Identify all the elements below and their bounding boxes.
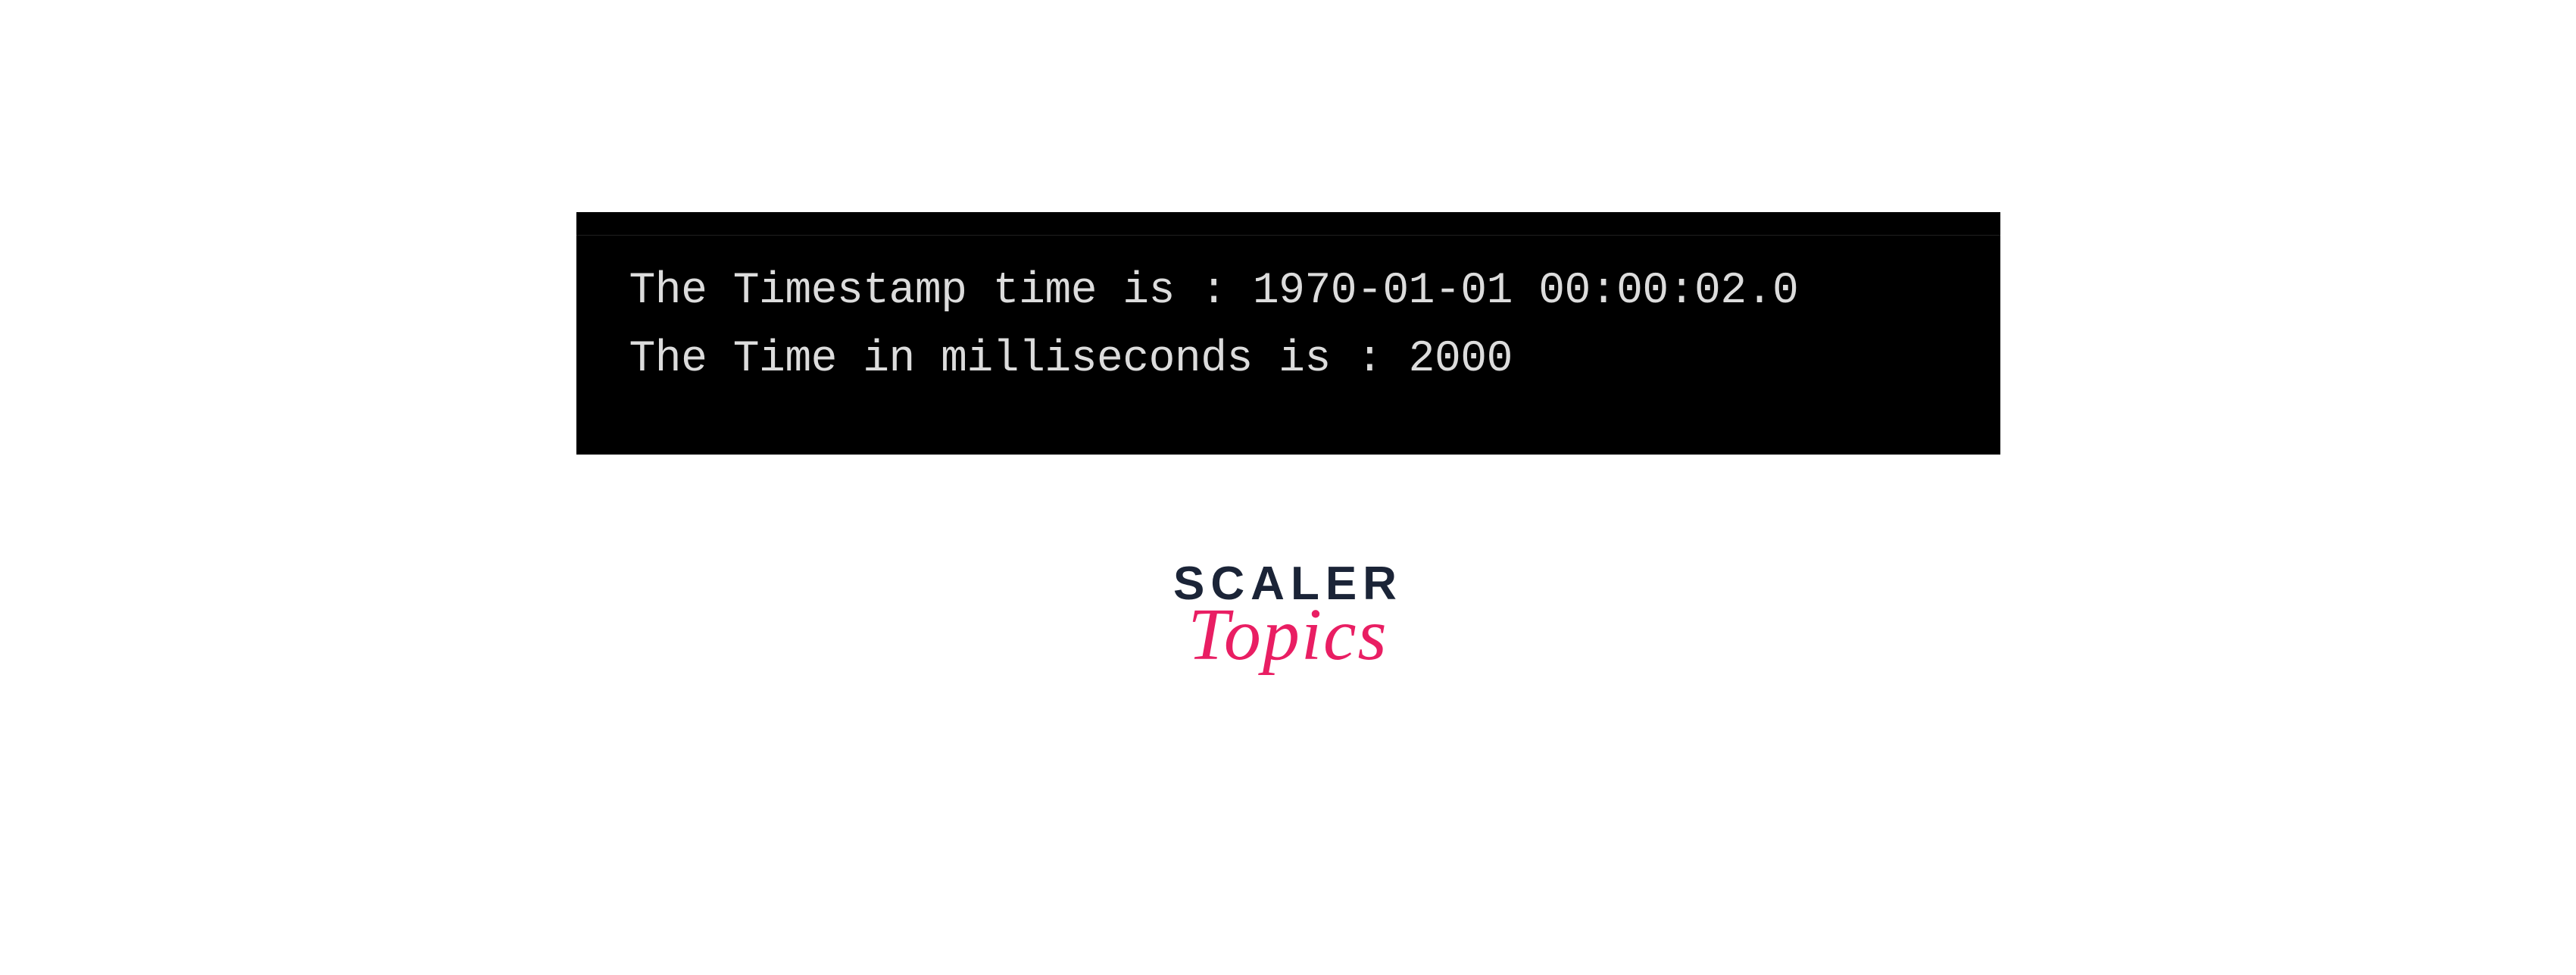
terminal-line-1: The Timestamp time is : 1970-01-01 00:00… xyxy=(629,258,1947,326)
scaler-topics-logo: SCALER Topics xyxy=(1173,561,1403,668)
logo-topics-text: Topics xyxy=(1188,602,1388,668)
terminal-output: The Timestamp time is : 1970-01-01 00:00… xyxy=(576,212,2000,455)
terminal-line-2: The Time in milliseconds is : 2000 xyxy=(629,326,1947,394)
